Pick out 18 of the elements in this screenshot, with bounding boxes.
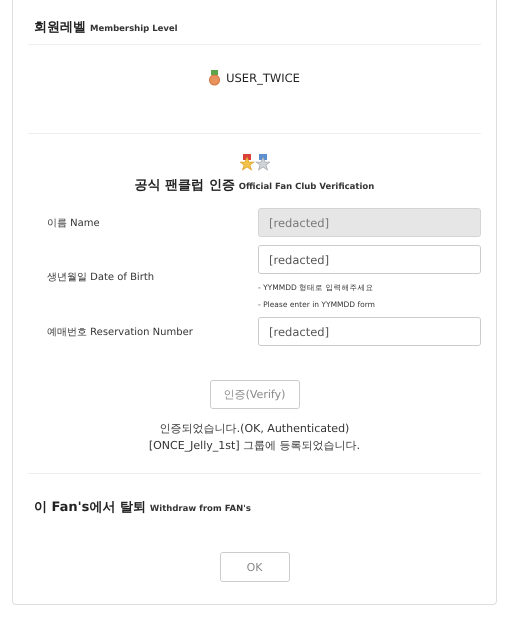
section-subtitle: Withdraw from FAN's xyxy=(150,504,251,514)
field-label: 예매번호 Reservation Number xyxy=(46,326,194,338)
field-label: 생년월일 Date of Birth xyxy=(46,271,156,284)
input-field[interactable]: [redacted] xyxy=(258,245,481,274)
medal-icon xyxy=(209,70,220,86)
section-subtitle: Membership Level xyxy=(90,24,178,34)
status-message: 인증되었습니다.(OK, Authenticated) xyxy=(160,421,350,436)
section-title: 이 Fan's에서 탈퇴 xyxy=(34,499,146,516)
ok-button[interactable]: OK xyxy=(220,552,290,582)
section-title: 공식 팬클럽 인증 xyxy=(134,177,235,194)
level-name: USER_TWICE xyxy=(226,71,300,85)
input-field[interactable]: [redacted] xyxy=(258,317,481,346)
field-label: 이름 Name xyxy=(46,216,101,230)
section-title: 회원레벨 xyxy=(34,19,86,36)
medals-icon xyxy=(240,154,270,172)
section-subtitle: Official Fan Club Verification xyxy=(238,182,374,192)
verify-button[interactable]: 인증(Verify) xyxy=(210,380,300,409)
status-message: [ONCE_Jelly_1st] 그룹에 등록되었습니다. xyxy=(148,438,360,453)
